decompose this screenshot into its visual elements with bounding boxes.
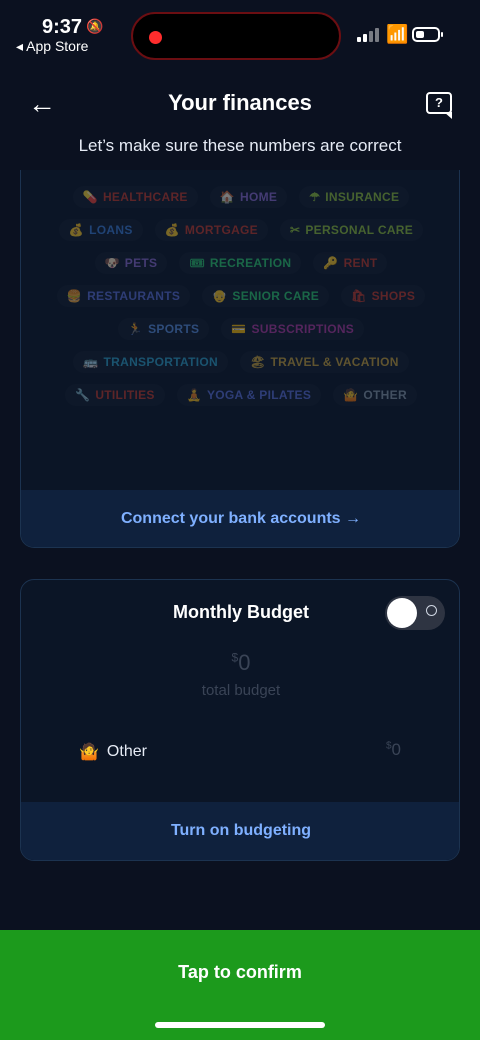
category-chip[interactable]: ✂ PERSONAL CARE [280,219,424,241]
category-chip[interactable]: 🚌 TRANSPORTATION [73,351,228,373]
category-chip[interactable]: 🏃 SPORTS [117,318,210,340]
category-chip[interactable]: 🔧 UTILITIES [65,384,165,406]
category-label: RECREATION [209,256,292,270]
category-label: YOGA & PILATES [206,388,312,402]
category-chip[interactable]: 💊 HEALTHCARE [72,186,198,208]
category-label: PETS [124,256,158,270]
category-label: RESTAURANTS [87,289,181,303]
category-chip[interactable]: 👴 SENIOR CARE [202,285,330,307]
cellular-signal-icon [357,28,379,42]
category-row: 🐶 PETS 🎟 RECREATION 🔑 RENT [21,252,459,274]
dynamic-island [131,12,341,60]
category-label: TRANSPORTATION [103,355,218,369]
category-chips: 💊 HEALTHCARE 🏠 HOME ☂ INSURANCE 💰 LOANS 💰 MORTGAG… [21,186,459,417]
tap-to-confirm-button[interactable]: Tap to confirm [0,962,480,983]
category-label: SPORTS [148,322,200,336]
category-icon: 🚌 [83,355,99,369]
category-label: INSURANCE [325,190,400,204]
category-chip[interactable]: 🏖 TRAVEL & VACATION [239,351,409,373]
category-label: LOANS [89,223,133,237]
total-budget-label: total budget [201,682,281,699]
category-chip[interactable]: 🔑 RENT [313,252,388,274]
category-row: 💰 LOANS 💰 MORTGAGE ✂ PERSONAL CARE [21,219,459,241]
category-icon: 🎟 [189,256,205,270]
category-icon: 🏃 [127,322,144,336]
toggle-off-indicator-icon [426,605,437,616]
category-label: TRAVEL & VACATION [270,355,399,369]
category-label: MORTGAGE [184,223,258,237]
category-chip[interactable]: 🍔 RESTAURANTS [56,285,191,307]
category-label: HEALTHCARE [102,190,188,204]
category-label: SENIOR CARE [232,289,320,303]
category-icon: 🍔 [66,289,83,303]
wifi-icon: 📶 [386,24,409,44]
category-row: 🔧 UTILITIES 🧘 YOGA & PILATES 🤷 OTHER [21,384,459,406]
category-chip[interactable]: 💰 MORTGAGE [154,219,268,241]
category-chip[interactable]: 🐶 PETS [94,252,168,274]
category-icon: 💰 [164,223,180,237]
category-icon: 🛍 [351,289,367,303]
categories-card: 💊 HEALTHCARE 🏠 HOME ☂ INSURANCE 💰 LOANS 💰 MORTGAG… [20,170,460,548]
turn-on-budgeting-button[interactable]: Turn on budgeting [21,802,459,860]
category-icon: ✂ [290,223,301,237]
category-chip[interactable]: 💳 SUBSCRIPTIONS [221,318,365,340]
category-row: 🚌 TRANSPORTATION 🏖 TRAVEL & VACATION [21,351,459,373]
category-icon: 🔑 [323,256,339,270]
category-icon: 🐶 [104,256,120,270]
category-label: SUBSCRIPTIONS [251,322,355,336]
category-chip[interactable]: 🏠 HOME [209,186,288,208]
category-label: RENT [343,256,378,270]
category-icon: 💳 [231,322,247,336]
budget-row-amount: $0 [385,740,401,759]
category-icon: 🔧 [75,388,91,402]
monthly-budget-card: Monthly Budget $0 total budget 🤷 Other $… [20,579,460,861]
category-icon: 🏠 [219,190,235,204]
connect-bank-accounts-button[interactable]: Connect your bank accounts → [21,490,459,547]
status-time: 9:37 [42,16,83,38]
category-icon: 🧘 [186,388,202,402]
category-icon: ☂ [309,190,321,204]
page-subtitle: Let’s make sure these numbers are correc… [78,136,402,155]
category-chip[interactable]: 🎟 RECREATION [179,252,302,274]
shrug-icon: 🤷 [79,744,99,761]
category-icon: 👴 [212,289,228,303]
category-chip[interactable]: ☂ INSURANCE [299,186,410,208]
budget-row-label: Other [106,743,147,760]
category-chip[interactable]: 🤷 OTHER [333,384,417,406]
budget-row-other[interactable]: 🤷 Other [79,742,147,762]
budget-toggle[interactable] [385,596,445,630]
toggle-knob [387,598,417,628]
total-budget-amount: $0 [231,650,251,675]
page-title: Your finances [168,90,312,115]
category-icon: 🏖 [249,355,266,369]
category-row: 🍔 RESTAURANTS 👴 SENIOR CARE 🛍 SHOPS [21,285,459,307]
battery-icon [412,27,443,42]
silent-bell-icon: 🔕 [86,18,104,34]
status-bar: 9:37 🔕 ◂ App Store 📶 [0,0,480,70]
category-label: OTHER [363,388,407,402]
category-chip[interactable]: 💰 LOANS [58,219,143,241]
category-label: PERSONAL CARE [305,223,414,237]
home-indicator [155,1022,325,1028]
category-row: 🏃 SPORTS 💳 SUBSCRIPTIONS [21,318,459,340]
back-to-app-store[interactable]: ◂ App Store [16,38,88,55]
help-icon[interactable]: ? [426,92,452,119]
category-chip[interactable]: 🛍 SHOPS [341,285,426,307]
category-icon: 💊 [82,190,98,204]
top-nav: ← Your finances [0,82,480,126]
category-label: UTILITIES [95,388,155,402]
recording-dot-icon [149,31,162,44]
category-chip[interactable]: 🧘 YOGA & PILATES [176,384,322,406]
category-icon: 🤷 [343,388,359,402]
category-row: 💊 HEALTHCARE 🏠 HOME ☂ INSURANCE [21,186,459,208]
category-icon: 💰 [68,223,85,237]
category-label: SHOPS [371,289,416,303]
category-label: HOME [239,190,278,204]
